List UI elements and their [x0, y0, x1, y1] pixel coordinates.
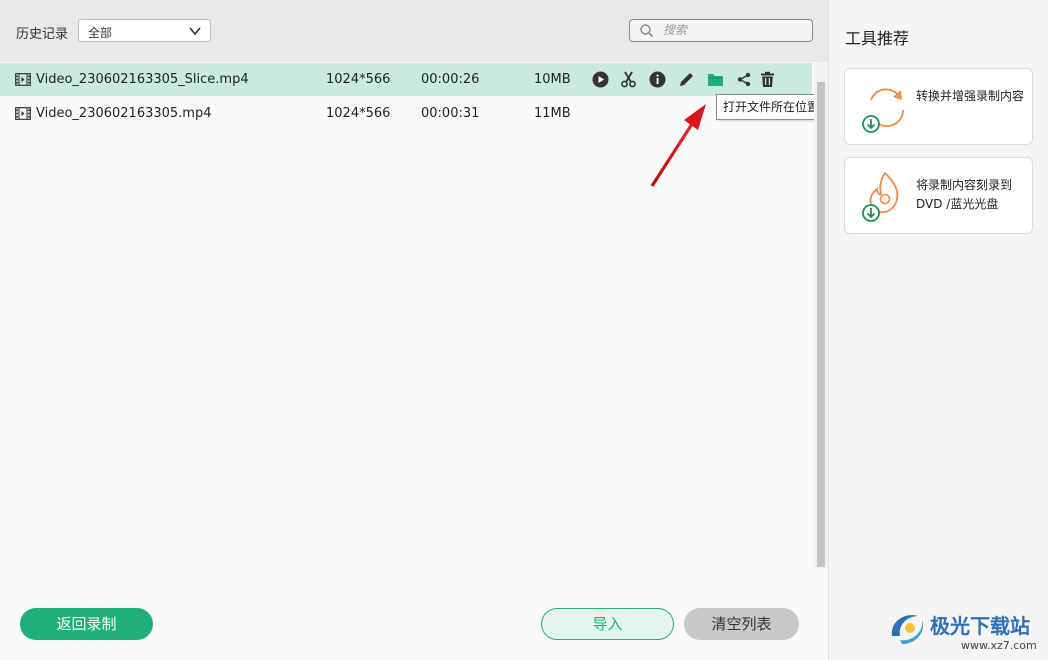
watermark-url: www.xz7.com	[961, 639, 1037, 652]
toolbar: 历史记录 全部	[0, 0, 828, 62]
tools-sidebar: 工具推荐 转换并增强录制内容 将录制内容刻录到 DVD /蓝光光盘	[828, 0, 1048, 660]
video-file-icon	[15, 73, 31, 86]
trash-icon[interactable]	[758, 70, 776, 88]
video-file-icon	[15, 107, 31, 120]
pencil-icon[interactable]	[677, 70, 695, 88]
filter-value: 全部	[88, 26, 113, 40]
file-size: 11MB	[534, 106, 571, 121]
burn-disc-icon	[862, 171, 899, 222]
annotation-arrow	[650, 104, 706, 187]
tool-card-label: 转换并增强录制内容	[916, 89, 1025, 103]
file-resolution: 1024*566	[326, 106, 391, 121]
share-icon[interactable]	[735, 70, 753, 88]
scrollbar-thumb[interactable]	[817, 82, 825, 567]
file-duration: 00:00:26	[421, 72, 480, 87]
clear-list-button[interactable]: 清空列表	[684, 608, 799, 640]
play-icon[interactable]	[591, 70, 609, 88]
tooltip: 打开文件所在位置	[716, 94, 827, 120]
filter-dropdown[interactable]: 全部	[78, 19, 211, 42]
sidebar-title: 工具推荐	[845, 29, 910, 48]
history-label: 历史记录	[16, 27, 69, 42]
chevron-down-icon	[189, 27, 201, 36]
file-size: 10MB	[534, 72, 571, 87]
search-box[interactable]	[629, 19, 813, 42]
info-icon[interactable]	[648, 70, 666, 88]
watermark-text: 极光下载站	[930, 614, 1030, 638]
history-panel: 历史记录 全部 Video_230602163305_Slice.mp4 102…	[0, 0, 828, 660]
tool-card-burn[interactable]: 将录制内容刻录到 DVD /蓝光光盘	[844, 157, 1033, 234]
file-name: Video_230602163305_Slice.mp4	[36, 72, 249, 87]
folder-icon[interactable]	[706, 70, 724, 88]
file-duration: 00:00:31	[421, 106, 480, 121]
tool-card-convert[interactable]: 转换并增强录制内容	[844, 68, 1033, 145]
watermark-logo-icon	[891, 615, 924, 644]
convert-icon	[862, 88, 904, 133]
file-name: Video_230602163305.mp4	[36, 106, 212, 121]
watermark: 极光下载站 www.xz7.com	[886, 606, 1037, 652]
import-button[interactable]: 导入	[541, 608, 674, 640]
file-resolution: 1024*566	[326, 72, 391, 87]
search-icon	[640, 24, 654, 38]
search-input[interactable]	[663, 22, 803, 38]
tool-card-label: 将录制内容刻录到 DVD /蓝光光盘	[916, 178, 1013, 211]
scissors-icon[interactable]	[619, 70, 637, 88]
back-to-record-button[interactable]: 返回录制	[20, 608, 153, 640]
